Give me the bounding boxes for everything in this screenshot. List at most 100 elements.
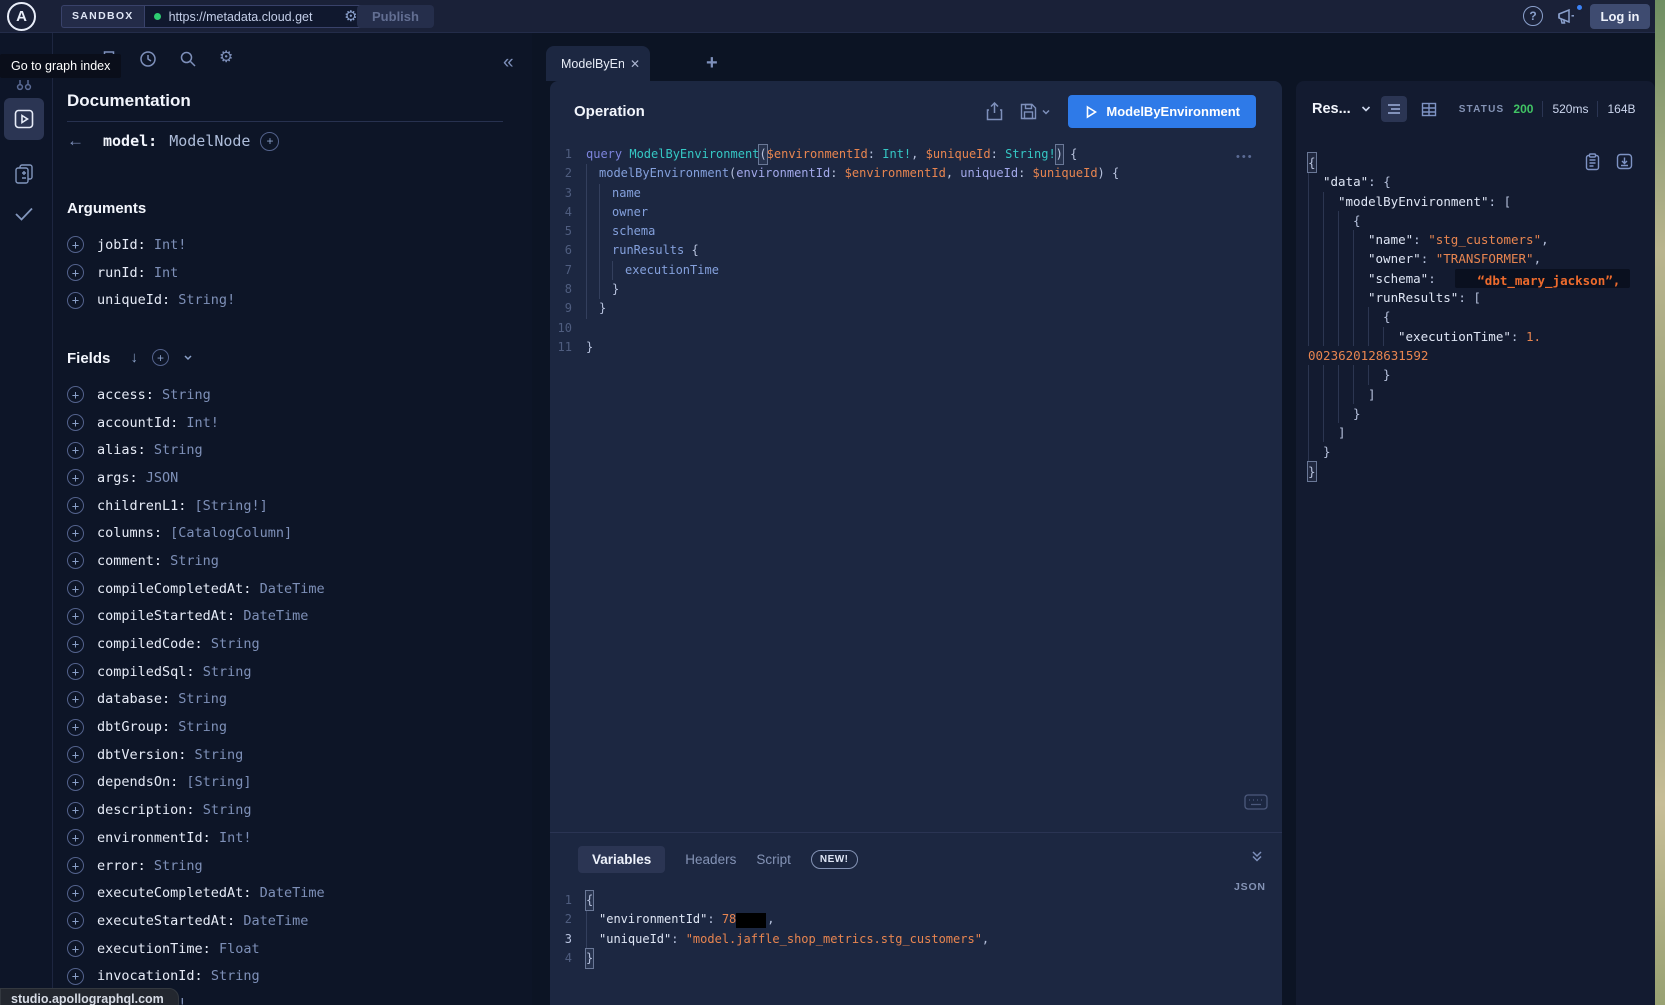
add-field-icon[interactable]: + <box>67 469 84 486</box>
field-type-link[interactable]: Int <box>154 265 178 281</box>
field-name[interactable]: alias: String <box>97 442 203 458</box>
field-name[interactable]: description: String <box>97 802 251 818</box>
sidebar-item-checks[interactable] <box>4 197 44 231</box>
field-type-link[interactable]: Float <box>219 941 260 957</box>
field-type-link[interactable]: String <box>170 553 219 569</box>
field-type-link[interactable]: String <box>203 802 252 818</box>
field-type-link[interactable]: String <box>154 442 203 458</box>
settings-gear-icon[interactable]: ⚙ <box>219 50 233 68</box>
field-name[interactable]: runId: Int <box>97 265 178 281</box>
field-type-link[interactable]: DateTime <box>260 581 325 597</box>
add-field-icon[interactable]: + <box>67 414 84 431</box>
add-field-icon[interactable]: + <box>67 857 84 874</box>
field-type-link[interactable]: [CatalogColumn] <box>170 525 292 541</box>
field-name[interactable]: compileCompletedAt: DateTime <box>97 581 325 597</box>
operation-editor[interactable]: 1query ModelByEnvironment($environmentId… <box>550 145 1119 357</box>
add-field-icon[interactable]: + <box>67 719 84 736</box>
history-icon[interactable] <box>139 50 157 68</box>
field-name[interactable]: executeStartedAt: DateTime <box>97 913 308 929</box>
add-field-icon[interactable]: + <box>67 236 84 253</box>
field-type-link[interactable]: String! <box>178 292 235 308</box>
field-type-link[interactable]: String <box>203 664 252 680</box>
collapse-panel-icon[interactable]: « <box>503 53 514 72</box>
collapse-variables-icon[interactable] <box>1250 849 1264 863</box>
chevron-down-icon[interactable] <box>183 349 193 366</box>
add-field-icon[interactable]: + <box>67 497 84 514</box>
save-options-chevron-icon[interactable] <box>1041 107 1051 117</box>
response-dropdown-chevron-icon[interactable] <box>1360 103 1372 115</box>
field-name[interactable]: uniqueId: String! <box>97 292 235 308</box>
field-type-link[interactable]: String <box>195 747 244 763</box>
field-name[interactable]: dbtVersion: String <box>97 747 243 763</box>
sidebar-item-explorer[interactable] <box>4 98 44 140</box>
field-type-link[interactable]: DateTime <box>243 913 308 929</box>
field-name[interactable]: jobId: Int! <box>97 237 186 253</box>
add-field-icon[interactable]: + <box>67 636 84 653</box>
field-type-link[interactable]: Int! <box>186 415 219 431</box>
new-tab-button[interactable]: + <box>706 52 718 75</box>
sidebar-item-schema[interactable] <box>4 157 44 191</box>
field-name[interactable]: dbtGroup: String <box>97 719 227 735</box>
field-type-link[interactable]: DateTime <box>260 885 325 901</box>
field-name[interactable]: compileStartedAt: DateTime <box>97 608 308 624</box>
field-name[interactable]: error: String <box>97 858 203 874</box>
field-type-link[interactable]: String <box>178 691 227 707</box>
add-field-icon[interactable]: + <box>67 940 84 957</box>
save-icon[interactable] <box>1020 103 1037 120</box>
field-name[interactable]: dependsOn: [String] <box>97 774 251 790</box>
tab-variables[interactable]: Variables <box>578 846 665 873</box>
add-field-icon[interactable]: + <box>67 885 84 902</box>
add-field-icon[interactable]: + <box>67 691 84 708</box>
add-all-fields-icon[interactable]: + <box>152 349 169 366</box>
login-button[interactable]: Log in <box>1590 4 1650 29</box>
apollo-logo[interactable]: A <box>7 2 36 31</box>
field-name[interactable]: invocationId: String <box>97 968 260 984</box>
share-icon[interactable] <box>986 102 1003 121</box>
keyboard-shortcuts-icon[interactable] <box>1244 794 1268 810</box>
response-body[interactable]: {"data": {"modelByEnvironment": [{"name"… <box>1308 153 1630 481</box>
field-name[interactable]: args: JSON <box>97 470 178 486</box>
breadcrumb-type-link[interactable]: ModelNode <box>169 132 250 150</box>
add-field-icon[interactable]: + <box>67 442 84 459</box>
add-field-icon[interactable]: + <box>67 663 84 680</box>
publish-button[interactable]: Publish <box>357 5 434 28</box>
field-type-link[interactable]: String <box>162 387 211 403</box>
add-field-icon[interactable]: + <box>67 774 84 791</box>
field-type-link[interactable]: String <box>154 858 203 874</box>
endpoint-url-input[interactable]: https://metadata.cloud.get ⚙ <box>144 5 365 28</box>
tab-close-icon[interactable]: ✕ <box>630 57 640 71</box>
field-name[interactable]: database: String <box>97 691 227 707</box>
endpoint-settings-gear-icon[interactable]: ⚙ <box>344 9 357 24</box>
add-field-icon[interactable]: + <box>67 746 84 763</box>
variables-editor[interactable]: 1{2"environmentId": 78,3"uniqueId": "mod… <box>550 891 989 968</box>
add-field-icon[interactable]: + <box>67 802 84 819</box>
field-name[interactable]: access: String <box>97 387 211 403</box>
json-view-toggle-icon[interactable] <box>1381 96 1407 122</box>
field-type-link[interactable]: Int! <box>219 830 252 846</box>
field-type-link[interactable]: String <box>211 636 260 652</box>
table-view-toggle-icon[interactable] <box>1416 96 1442 122</box>
run-operation-button[interactable]: ModelByEnvironment <box>1068 95 1256 128</box>
field-type-link[interactable]: [String] <box>186 774 251 790</box>
add-field-icon[interactable]: + <box>67 829 84 846</box>
search-icon[interactable] <box>179 50 197 68</box>
help-icon[interactable]: ? <box>1523 6 1543 26</box>
add-field-icon[interactable]: + <box>67 912 84 929</box>
field-name[interactable]: compiledCode: String <box>97 636 260 652</box>
field-name[interactable]: executeCompletedAt: DateTime <box>97 885 325 901</box>
field-type-link[interactable]: DateTime <box>243 608 308 624</box>
add-field-icon[interactable]: + <box>67 608 84 625</box>
add-field-icon[interactable]: + <box>67 968 84 985</box>
field-name[interactable]: comment: String <box>97 553 219 569</box>
add-to-query-icon[interactable]: + <box>260 132 279 151</box>
field-name[interactable]: environmentId: Int! <box>97 830 251 846</box>
field-name[interactable]: childrenL1: [String!] <box>97 498 268 514</box>
sort-fields-icon[interactable]: ↓ <box>131 349 139 366</box>
field-name[interactable]: columns: [CatalogColumn] <box>97 525 292 541</box>
add-field-icon[interactable]: + <box>67 552 84 569</box>
tab-headers[interactable]: Headers <box>685 852 736 867</box>
field-type-link[interactable]: Int! <box>154 237 187 253</box>
add-field-icon[interactable]: + <box>67 580 84 597</box>
field-type-link[interactable]: String <box>211 968 260 984</box>
tab-modelbyenvironment[interactable]: ModelByEnvi... ✕ <box>546 46 650 81</box>
